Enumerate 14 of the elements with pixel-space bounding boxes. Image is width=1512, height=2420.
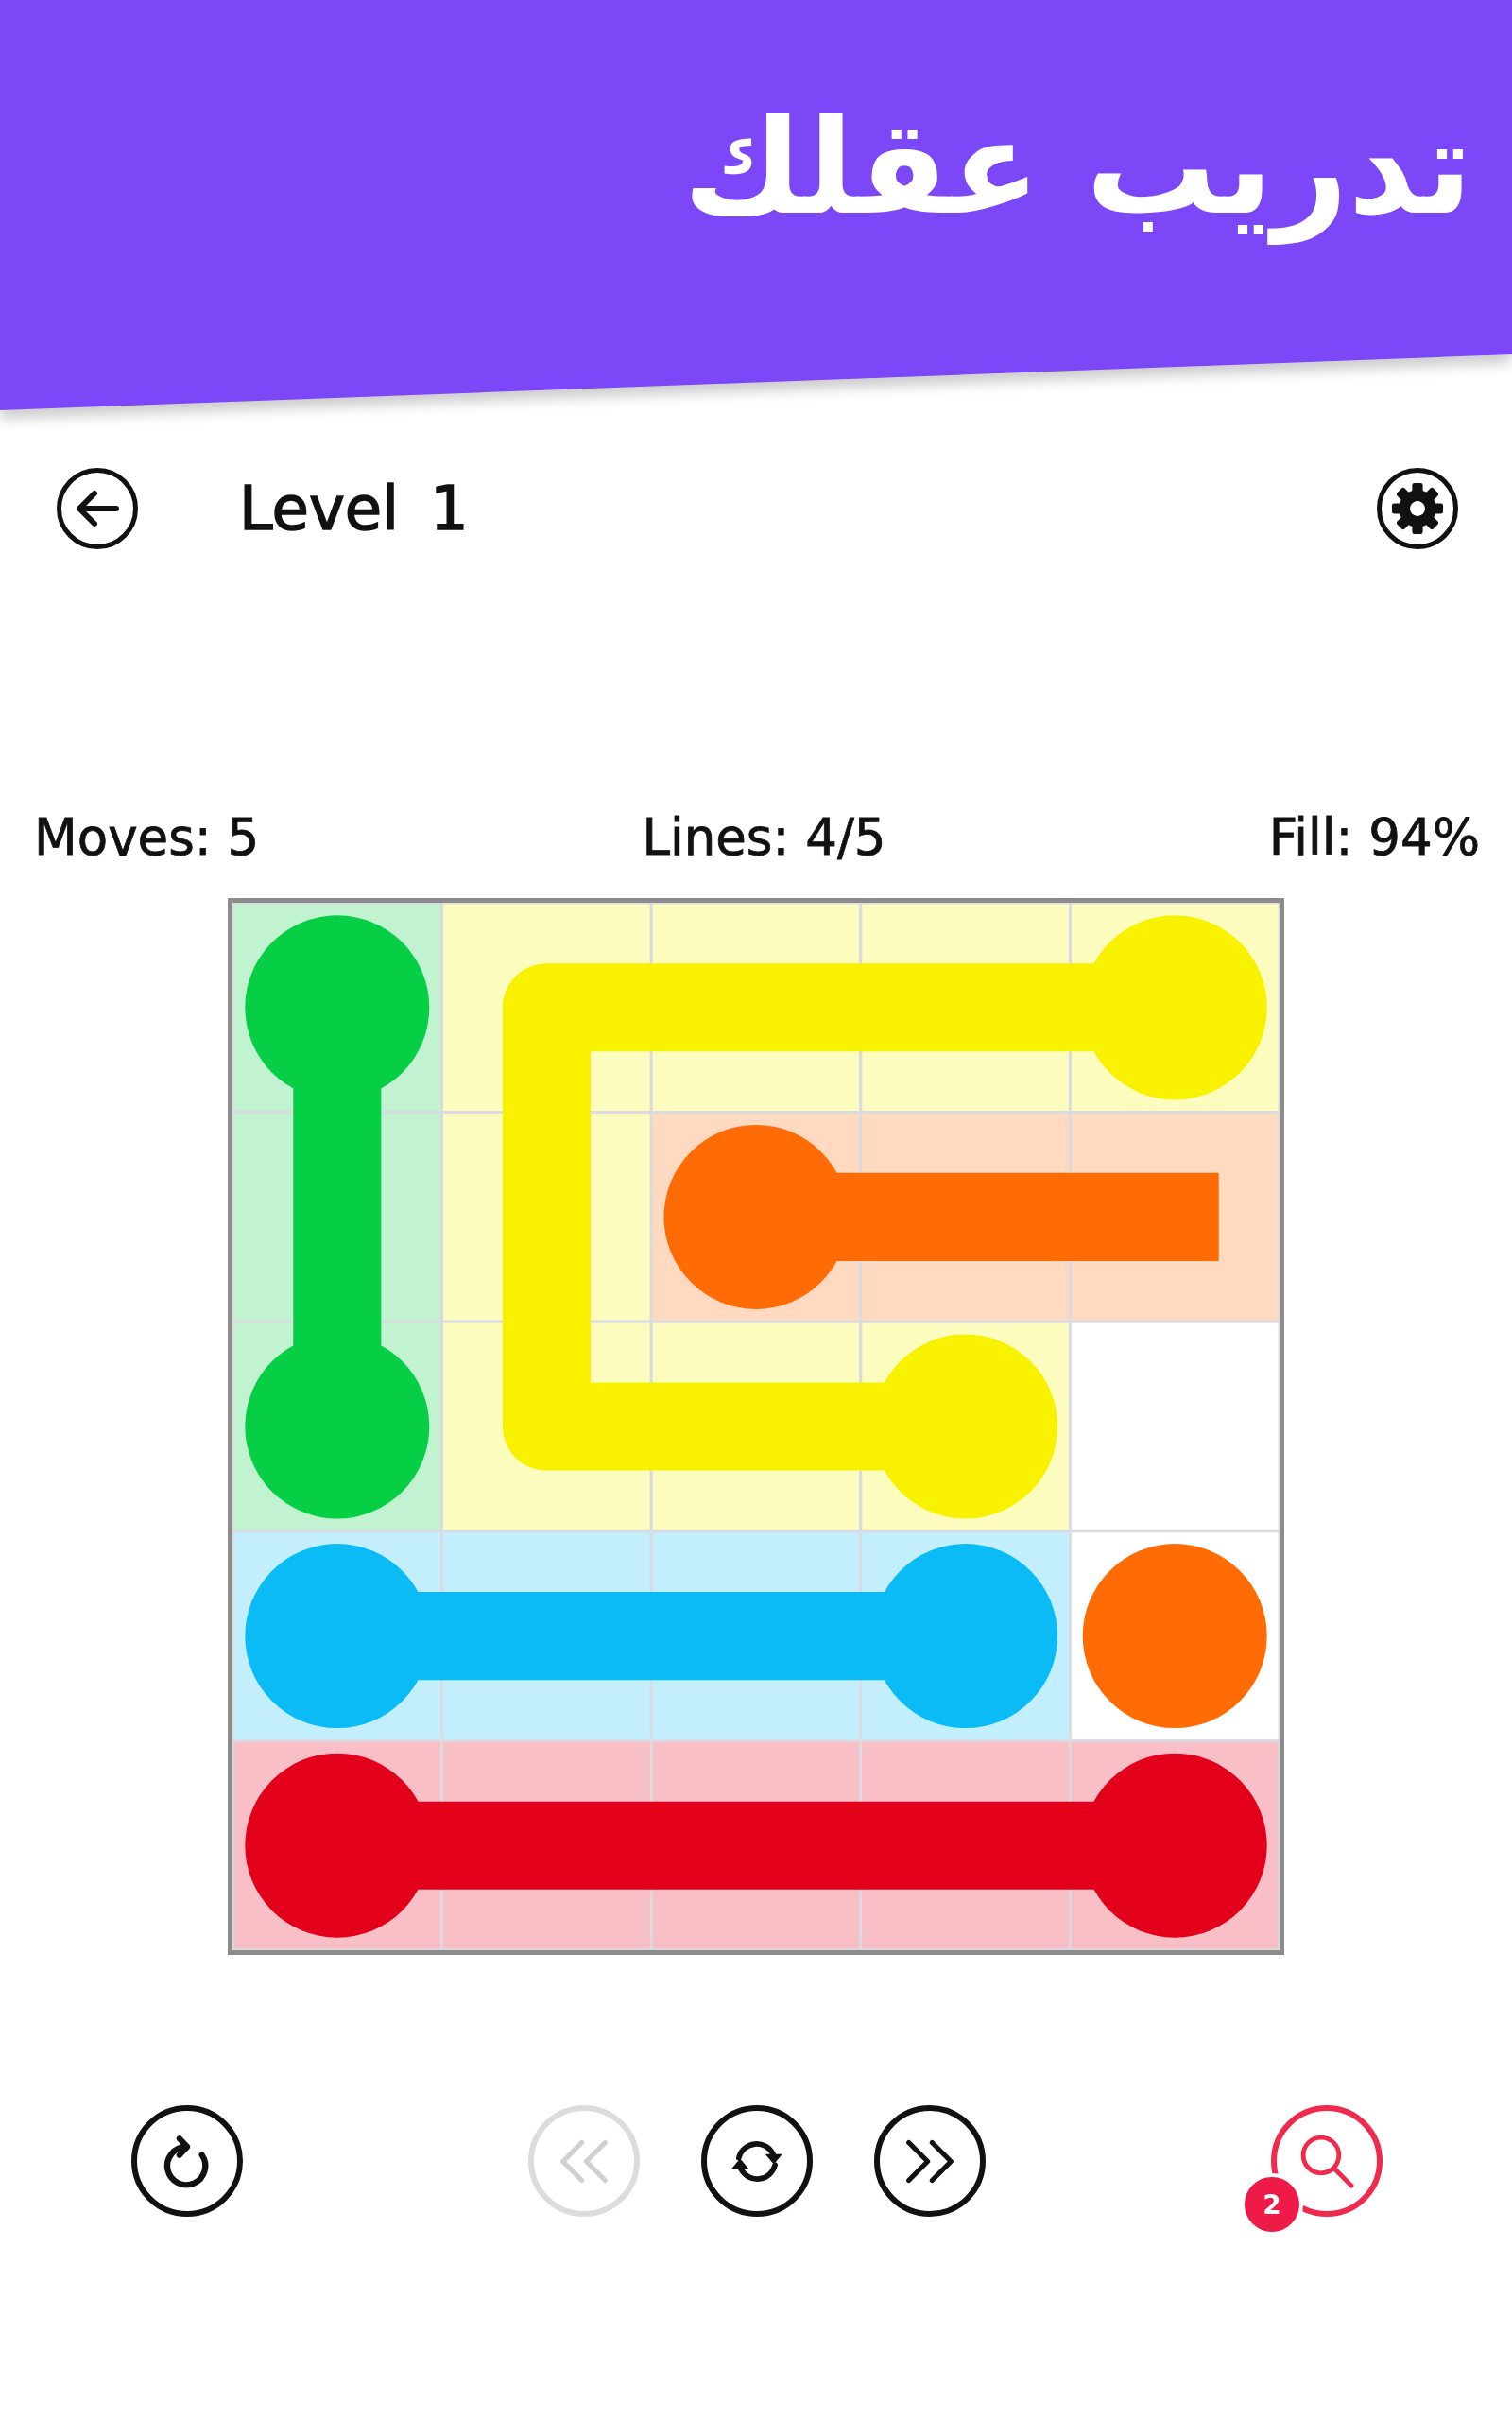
- endpoint-dot[interactable]: [1082, 1544, 1267, 1729]
- settings-icon: [1391, 482, 1444, 535]
- double-chevron-left-icon: [559, 2138, 609, 2184]
- board-cell[interactable]: [859, 1530, 1072, 1742]
- fill-counter: Fill: 94%: [1268, 808, 1480, 867]
- double-chevron-right-icon: [905, 2138, 954, 2184]
- moves-counter: Moves: 5: [34, 808, 260, 867]
- back-arrow-icon: [75, 490, 120, 527]
- circular-arrow-icon: [163, 2134, 211, 2188]
- lines-counter: Lines: 4/5: [642, 808, 886, 867]
- banner-title: تدريب عقلك: [682, 91, 1472, 247]
- magnifier-icon: [1299, 2134, 1354, 2188]
- board-cell[interactable]: [1068, 1738, 1280, 1950]
- level-title: Level 1: [239, 474, 469, 544]
